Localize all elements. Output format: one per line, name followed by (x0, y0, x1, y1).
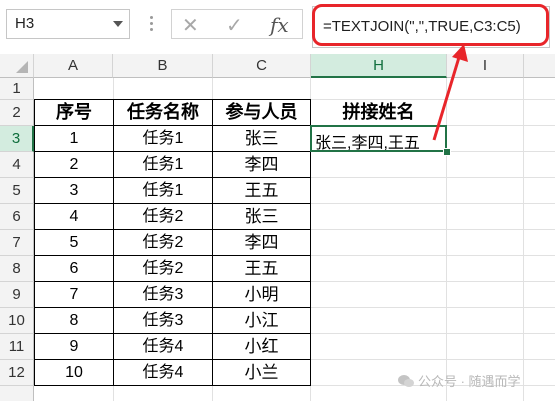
formula-buttons: ✕ ✓ fx (171, 9, 303, 39)
table-cell[interactable]: 王五 (213, 256, 310, 281)
table-cell[interactable]: 任务2 (114, 204, 212, 229)
table-cell[interactable]: 小明 (213, 282, 310, 307)
header-cell-people[interactable]: 参与人员 (213, 100, 310, 125)
table-cell[interactable]: 任务3 (114, 308, 212, 333)
row-header-8[interactable]: 8 (0, 256, 34, 282)
drag-handle-icon[interactable] (150, 16, 153, 32)
table-cell[interactable]: 任务1 (114, 126, 212, 151)
callout-arrow-icon (432, 44, 468, 141)
watermark: 公众号 · 随遇而学 (398, 371, 548, 393)
gridline (523, 78, 524, 401)
table-cell[interactable]: 任务2 (114, 230, 212, 255)
row-header-7[interactable]: 7 (0, 230, 34, 256)
row-header-5[interactable]: 5 (0, 178, 34, 204)
table-cell[interactable]: 任务1 (114, 178, 212, 203)
name-box[interactable]: H3 (6, 9, 130, 39)
table-cell[interactable]: 小兰 (213, 360, 310, 385)
table-cell[interactable]: 6 (35, 256, 113, 281)
enter-icon[interactable]: ✓ (226, 13, 243, 38)
table-cell[interactable]: 8 (35, 308, 113, 333)
column-header-a[interactable]: A (34, 54, 113, 78)
column-header-next[interactable] (524, 54, 555, 78)
row-header-9[interactable]: 9 (0, 282, 34, 308)
table-cell[interactable]: 5 (35, 230, 113, 255)
table-cell[interactable]: 任务1 (114, 152, 212, 177)
row-header-4[interactable]: 4 (0, 152, 34, 178)
row-header-2[interactable]: 2 (0, 100, 34, 126)
insert-function-icon[interactable]: fx (270, 13, 289, 37)
table-cell[interactable]: 1 (35, 126, 113, 151)
row-header-12[interactable]: 12 (0, 360, 34, 386)
table-cell[interactable]: 小江 (213, 308, 310, 333)
table-cell[interactable]: 2 (35, 152, 113, 177)
table-cell[interactable]: 3 (35, 178, 113, 203)
table-cell[interactable]: 张三 (213, 204, 310, 229)
row-header-next[interactable] (0, 386, 34, 401)
chevron-down-icon[interactable] (113, 21, 123, 27)
name-box-value: H3 (15, 15, 35, 32)
table-cell[interactable]: 9 (35, 334, 113, 359)
table-cell[interactable]: 任务2 (114, 256, 212, 281)
h3-value: 张三,李四,王五 (315, 135, 420, 152)
table-cell[interactable]: 任务4 (114, 360, 212, 385)
table-cell[interactable]: 任务3 (114, 282, 212, 307)
header-cell-task[interactable]: 任务名称 (114, 100, 212, 125)
table-cell[interactable]: 7 (35, 282, 113, 307)
row-header-10[interactable]: 10 (0, 308, 34, 334)
cancel-icon[interactable]: ✕ (182, 13, 199, 38)
watermark-text: 公众号 · 随遇而学 (418, 374, 521, 389)
table-cell[interactable]: 王五 (213, 178, 310, 203)
column-header-b[interactable]: B (113, 54, 213, 78)
select-all-corner[interactable] (0, 54, 34, 78)
table-cell[interactable]: 李四 (213, 230, 310, 255)
table-cell[interactable]: 李四 (213, 152, 310, 177)
select-all-icon (16, 61, 28, 73)
row-header-6[interactable]: 6 (0, 204, 34, 230)
table-border (34, 385, 311, 386)
table-cell[interactable]: 小红 (213, 334, 310, 359)
row-header-11[interactable]: 11 (0, 334, 34, 360)
header-cell-index[interactable]: 序号 (35, 100, 113, 125)
table-cell[interactable]: 张三 (213, 126, 310, 151)
table-cell[interactable]: 4 (35, 204, 113, 229)
column-header-c[interactable]: C (213, 54, 311, 78)
wechat-icon (398, 375, 414, 387)
table-cell[interactable]: 任务4 (114, 334, 212, 359)
row-header-1[interactable]: 1 (0, 78, 34, 100)
row-header-3[interactable]: 3 (0, 126, 34, 152)
table-cell[interactable]: 10 (35, 360, 113, 385)
